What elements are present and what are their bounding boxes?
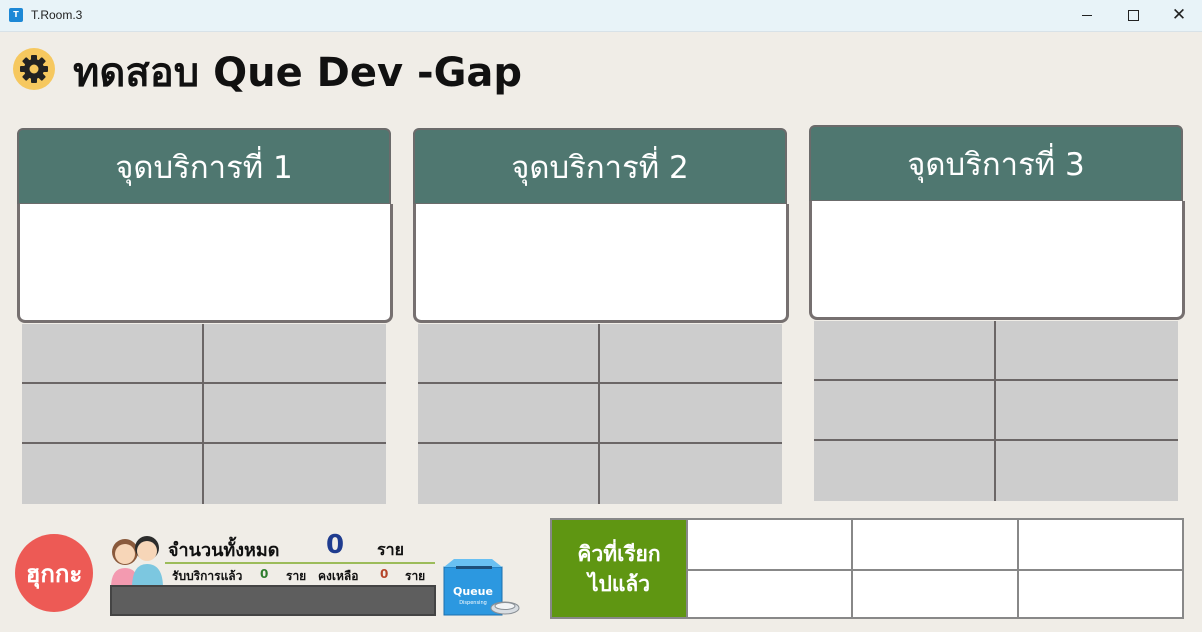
queue-cell bbox=[22, 324, 204, 384]
window-title: T.Room.3 bbox=[31, 8, 83, 22]
called-queue-panel: คิวที่เรียก ไปแล้ว bbox=[550, 518, 1184, 619]
called-queue-cell bbox=[851, 520, 1016, 569]
called-queue-label: คิวที่เรียก ไปแล้ว bbox=[552, 520, 686, 617]
minimize-icon bbox=[1082, 15, 1092, 16]
gear-icon[interactable] bbox=[13, 48, 55, 90]
queue-cell bbox=[204, 384, 386, 444]
queue-cell bbox=[204, 324, 386, 384]
called-queue-cell bbox=[1016, 568, 1182, 617]
page-title: ทดสอบ Que Dev -Gap bbox=[73, 50, 523, 96]
called-queue-label-line2: ไปแล้ว bbox=[587, 571, 651, 596]
called-queue-cell bbox=[1016, 520, 1182, 569]
queue-cell bbox=[814, 441, 996, 501]
maximize-button[interactable] bbox=[1110, 0, 1156, 31]
logo-text: ฮุกกะ bbox=[25, 559, 83, 588]
called-queue-cell bbox=[851, 568, 1017, 617]
queue-cell bbox=[814, 321, 996, 381]
queue-cell bbox=[996, 381, 1178, 441]
queue-box-subtitle: Dispensing bbox=[459, 600, 487, 606]
station-label: จุดบริการที่ 3 bbox=[907, 146, 1085, 183]
close-icon: ✕ bbox=[1171, 5, 1187, 25]
queue-grid bbox=[814, 321, 1178, 501]
station-label: จุดบริการที่ 2 bbox=[511, 149, 689, 186]
station-header: จุดบริการที่ 2 bbox=[413, 128, 787, 205]
served-label: รับบริการแล้ว bbox=[172, 569, 243, 583]
total-label: จำนวนทั้งหมด bbox=[168, 540, 280, 561]
queue-cell bbox=[22, 444, 204, 504]
queue-dispenser-icon: Queue Dispensing bbox=[443, 559, 520, 616]
people-icon bbox=[111, 536, 163, 588]
queue-cell bbox=[600, 444, 782, 504]
called-queue-label-line1: คิวที่เรียก bbox=[577, 541, 661, 566]
queue-cell bbox=[418, 324, 600, 384]
current-queue-display bbox=[809, 201, 1185, 320]
app-icon: T bbox=[9, 8, 23, 22]
queue-cell bbox=[418, 444, 600, 504]
served-value: 0 bbox=[260, 567, 269, 581]
called-queue-cell bbox=[686, 520, 851, 569]
current-queue-display bbox=[413, 204, 789, 323]
brand-logo: ฮุกกะ bbox=[15, 534, 93, 612]
total-value: 0 bbox=[326, 530, 345, 560]
queue-box-title: Queue bbox=[453, 585, 493, 598]
maximize-icon bbox=[1127, 10, 1139, 21]
queue-grid bbox=[418, 324, 782, 504]
status-bar bbox=[110, 585, 436, 616]
total-unit: ราย bbox=[377, 540, 404, 559]
minimize-button[interactable] bbox=[1064, 0, 1110, 31]
remaining-label: คงเหลือ bbox=[318, 569, 359, 583]
remaining-unit: ราย bbox=[405, 569, 426, 583]
queue-cell bbox=[996, 441, 1178, 501]
stats-divider bbox=[165, 562, 435, 564]
queue-cell bbox=[204, 444, 386, 504]
called-queue-cell bbox=[686, 568, 852, 617]
queue-cell bbox=[600, 324, 782, 384]
remaining-value: 0 bbox=[380, 567, 389, 581]
station-label: จุดบริการที่ 1 bbox=[115, 149, 293, 186]
queue-grid bbox=[22, 324, 386, 504]
station-header: จุดบริการที่ 3 bbox=[809, 125, 1183, 202]
title-bar: T T.Room.3 ✕ bbox=[0, 0, 1202, 32]
close-button[interactable]: ✕ bbox=[1156, 0, 1202, 31]
queue-cell bbox=[22, 384, 204, 444]
queue-cell bbox=[996, 321, 1178, 381]
queue-cell bbox=[418, 384, 600, 444]
station-header: จุดบริการที่ 1 bbox=[17, 128, 391, 205]
queue-cell bbox=[600, 384, 782, 444]
queue-cell bbox=[814, 381, 996, 441]
served-unit: ราย bbox=[286, 569, 307, 583]
current-queue-display bbox=[17, 204, 393, 323]
called-queue-grid bbox=[686, 520, 1182, 617]
